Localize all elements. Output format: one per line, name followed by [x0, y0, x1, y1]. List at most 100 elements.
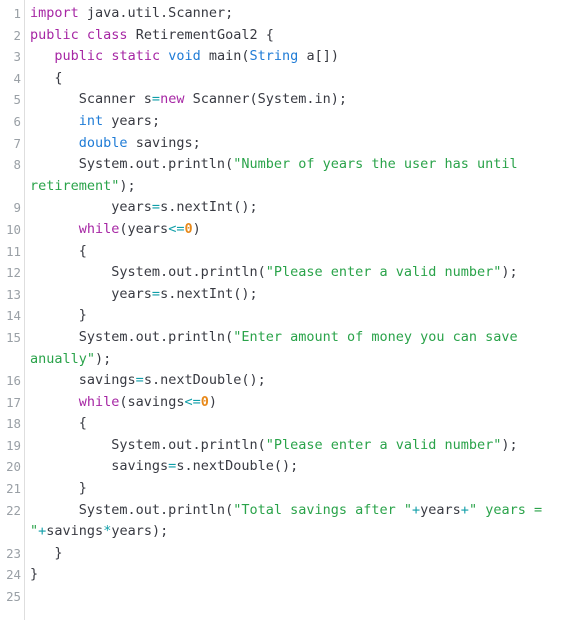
token-kw: public: [54, 48, 104, 65]
line-number: 19: [6, 437, 21, 453]
token-pl: s.nextDouble();: [143, 372, 266, 389]
code-line[interactable]: 3 public static void main(String a[]): [0, 46, 562, 68]
code-line-text: savings=s.nextDouble();: [24, 370, 562, 392]
token-pl: s.nextDouble();: [176, 458, 299, 475]
code-line-text: {: [24, 241, 562, 263]
token-pl: years: [420, 501, 461, 518]
code-line-text: retirement");: [24, 176, 562, 198]
code-line-continuation[interactable]: "+savings*years);: [0, 521, 562, 543]
token-op: <=: [168, 220, 185, 237]
code-line[interactable]: 10 while(years<=0): [0, 219, 562, 241]
code-line-text: savings=s.nextDouble();: [24, 456, 562, 478]
token-kw: public: [30, 26, 79, 43]
token-pl: years: [30, 285, 152, 302]
code-line[interactable]: 7 double savings;: [0, 133, 562, 155]
code-line[interactable]: 21 }: [0, 478, 562, 500]
token-type: void: [168, 48, 201, 65]
code-line[interactable]: 20 savings=s.nextDouble();: [0, 456, 562, 478]
code-line[interactable]: 23 }: [0, 543, 562, 565]
code-line[interactable]: 25: [0, 586, 562, 608]
code-line[interactable]: 16 savings=s.nextDouble();: [0, 370, 562, 392]
token-kw: while: [78, 393, 120, 410]
code-line-list: 1 import java.util.Scanner; 2 public class …: [0, 3, 562, 608]
code-line[interactable]: 24}: [0, 564, 562, 586]
token-op: =: [151, 285, 161, 302]
line-number: 21: [6, 481, 21, 497]
code-line-text: {: [24, 413, 562, 435]
token-op: <=: [184, 393, 201, 410]
token-pl: }: [30, 566, 39, 583]
code-line-text: System.out.println("Enter amount of mone…: [24, 327, 562, 349]
code-line-text: years=s.nextInt();: [24, 197, 562, 219]
line-number: 8: [13, 157, 21, 173]
line-number: 20: [6, 459, 21, 475]
line-number: 16: [6, 373, 21, 389]
token-pl: }: [30, 480, 87, 497]
code-line-text: System.out.println("Total savings after …: [24, 500, 562, 522]
gutter-separator-rule: [24, 0, 25, 620]
token-pl: java.util.Scanner;: [78, 5, 234, 21]
code-line[interactable]: 2 public class RetirementGoal2 {: [0, 25, 562, 47]
token-op: =: [151, 91, 161, 108]
token-pl: Scanner(System.in);: [184, 91, 348, 108]
code-line-text: while(savings<=0): [24, 392, 562, 414]
line-number: 6: [13, 113, 21, 129]
token-pl: Scanner s: [30, 91, 152, 108]
code-line-text: years=s.nextInt();: [24, 284, 562, 306]
code-line[interactable]: 1 import java.util.Scanner;: [0, 3, 562, 25]
token-pl: );: [119, 177, 136, 194]
token-pl: );: [501, 264, 518, 281]
token-type: String: [249, 48, 299, 65]
token-pl: savings: [30, 458, 169, 475]
code-line[interactable]: 8 System.out.println("Number of years th…: [0, 154, 562, 176]
code-line-text: import java.util.Scanner;: [24, 3, 562, 25]
line-number: 9: [13, 200, 21, 216]
token-kw: class: [86, 26, 128, 43]
code-line[interactable]: 15 System.out.println("Enter amount of m…: [0, 327, 562, 349]
code-line[interactable]: 4 {: [0, 68, 562, 90]
code-line-text: {: [24, 68, 562, 90]
token-pl: System.out.println(: [30, 501, 234, 518]
token-op: =: [135, 372, 144, 389]
code-line[interactable]: 17 while(savings<=0): [0, 392, 562, 414]
code-line-continuation[interactable]: retirement");: [0, 176, 562, 198]
code-line[interactable]: 13 years=s.nextInt();: [0, 284, 562, 306]
line-number: 1: [13, 6, 21, 21]
line-number: 11: [6, 243, 21, 259]
code-line-text: }: [24, 564, 562, 586]
code-line[interactable]: 11 {: [0, 241, 562, 263]
code-line[interactable]: 6 int years;: [0, 111, 562, 133]
token-pl: }: [30, 544, 63, 561]
code-line-text: anually");: [24, 349, 562, 371]
line-number: 15: [6, 329, 21, 345]
line-number: 4: [13, 70, 21, 86]
token-num: 0: [184, 220, 193, 237]
code-line[interactable]: 12 System.out.println("Please enter a va…: [0, 262, 562, 284]
code-line-continuation[interactable]: anually");: [0, 349, 562, 371]
token-str: ": [30, 523, 39, 540]
code-line[interactable]: 5 Scanner s=new Scanner(System.in);: [0, 89, 562, 111]
token-op: =: [151, 199, 161, 216]
code-line[interactable]: 9 years=s.nextInt();: [0, 197, 562, 219]
code-line[interactable]: 14 }: [0, 305, 562, 327]
token-kw: import: [30, 5, 79, 21]
code-line[interactable]: 22 System.out.println("Total savings aft…: [0, 500, 562, 522]
token-pl: );: [95, 350, 112, 367]
token-type: int: [78, 112, 104, 129]
token-num: 0: [200, 393, 209, 410]
code-line-text: }: [24, 478, 562, 500]
code-viewer[interactable]: 1 import java.util.Scanner; 2 public class …: [0, 0, 562, 620]
code-line-text: System.out.println("Please enter a valid…: [24, 435, 562, 457]
token-pl: savings;: [127, 134, 201, 151]
code-line[interactable]: 18 {: [0, 413, 562, 435]
line-number: 14: [6, 308, 21, 324]
code-line-text: "+savings*years);: [24, 521, 562, 543]
code-line[interactable]: 19 System.out.println("Please enter a va…: [0, 435, 562, 457]
code-line-text: }: [24, 305, 562, 327]
token-str: anually": [30, 350, 96, 367]
token-str: "Number of years the user has until: [233, 156, 518, 173]
